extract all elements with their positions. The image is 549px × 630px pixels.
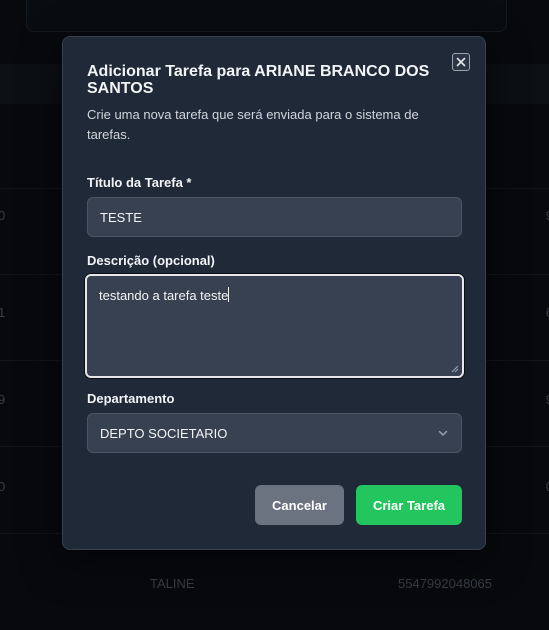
close-button[interactable] bbox=[452, 53, 470, 71]
department-select[interactable]: DEPTO SOCIETARIO bbox=[87, 413, 462, 453]
description-textarea[interactable]: testando a tarefa teste bbox=[85, 274, 464, 378]
description-value: testando a tarefa teste bbox=[99, 288, 229, 303]
task-title-input[interactable]: TESTE bbox=[87, 197, 462, 237]
create-task-button[interactable]: Criar Tarefa bbox=[356, 485, 462, 525]
task-title-value: TESTE bbox=[100, 209, 142, 225]
resize-handle-icon[interactable] bbox=[451, 365, 459, 373]
dialog-description: Crie uma nova tarefa que será enviada pa… bbox=[87, 107, 419, 142]
add-task-dialog: Adicionar Tarefa para ARIANE BRANCO DOS … bbox=[62, 36, 486, 550]
description-label: Descrição (opcional) bbox=[87, 253, 215, 268]
department-label: Departamento bbox=[87, 391, 175, 406]
cancel-button[interactable]: Cancelar bbox=[255, 485, 344, 525]
close-icon bbox=[456, 57, 466, 67]
task-title-label: Título da Tarefa * bbox=[87, 175, 192, 190]
dialog-title: Adicionar Tarefa para ARIANE BRANCO DOS … bbox=[87, 63, 430, 97]
text-cursor bbox=[228, 287, 230, 302]
department-value: DEPTO SOCIETARIO bbox=[100, 425, 228, 441]
chevron-down-icon bbox=[437, 427, 449, 439]
